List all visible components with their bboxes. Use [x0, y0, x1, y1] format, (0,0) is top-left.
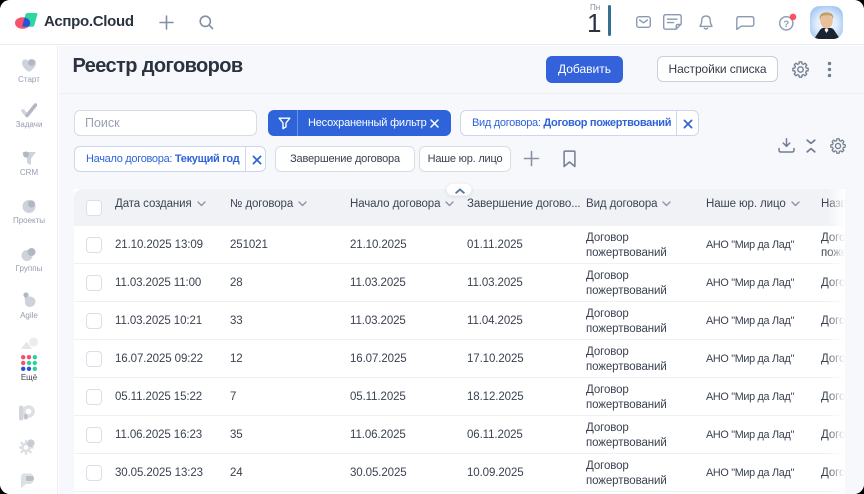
svg-text:?: ?: [783, 19, 789, 30]
